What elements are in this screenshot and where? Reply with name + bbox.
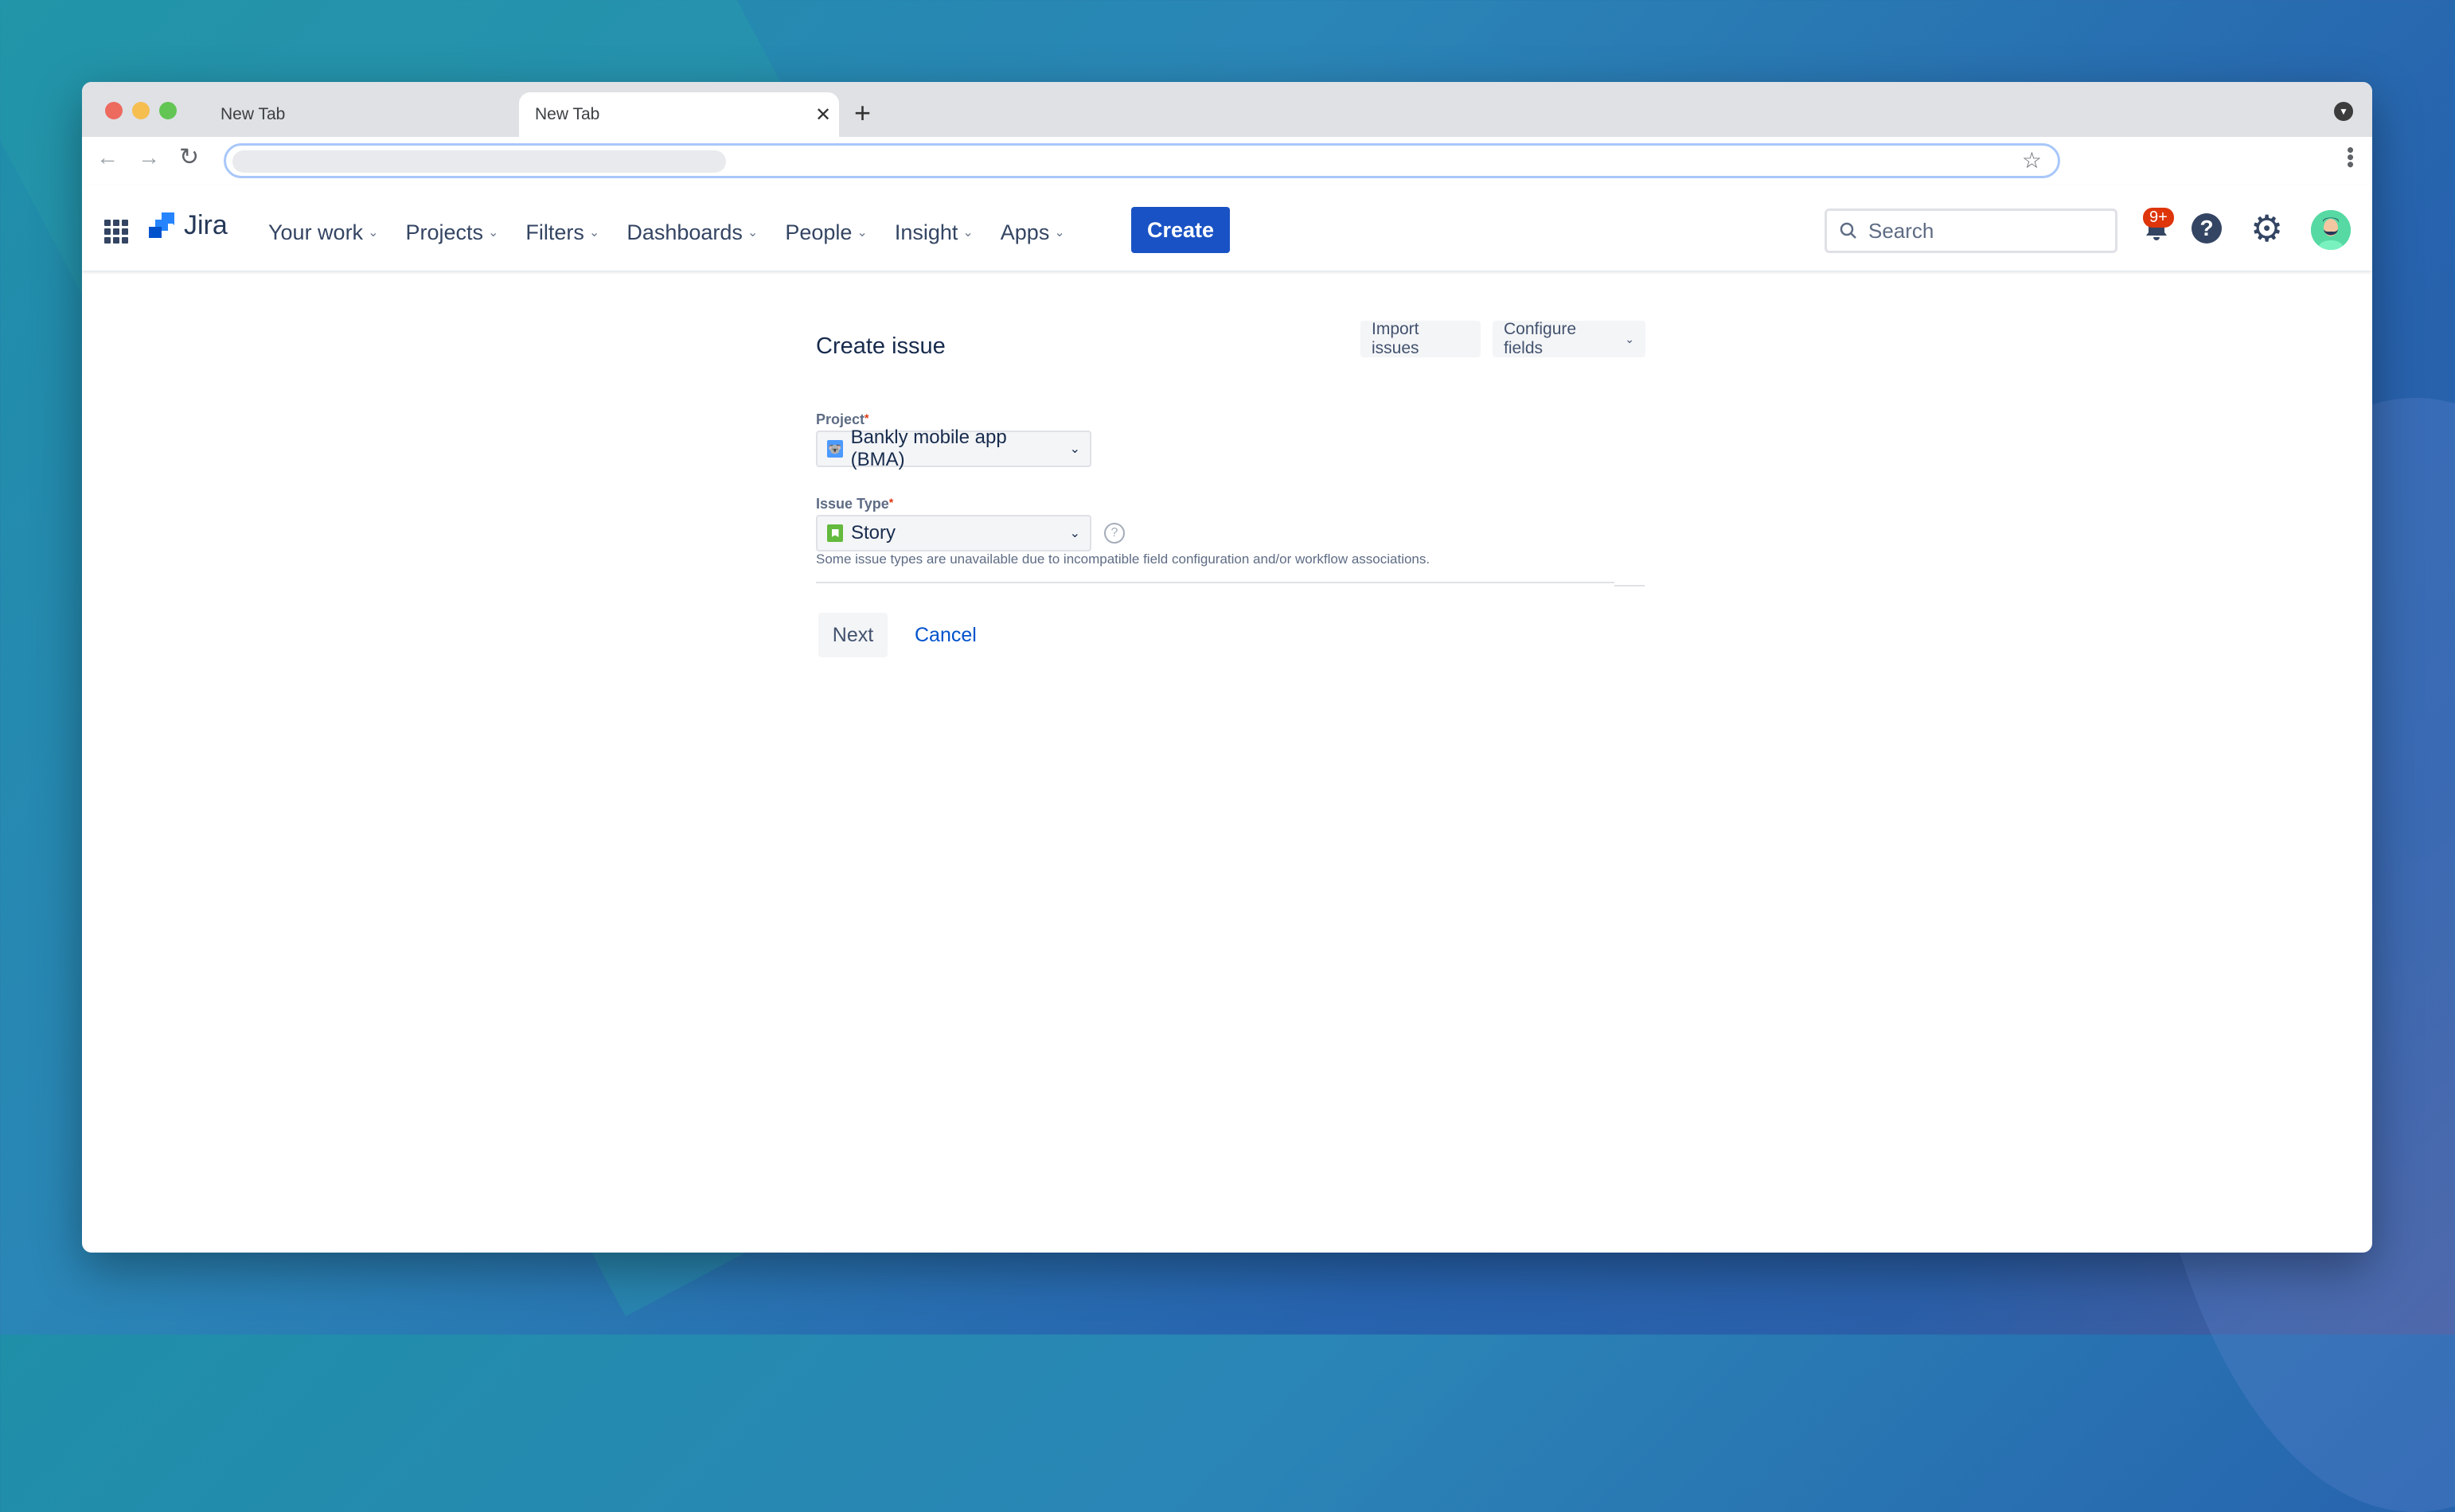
browser-tab-active[interactable]: New Tab ✕ bbox=[519, 92, 839, 137]
chevron-down-icon: ⌄ bbox=[1625, 332, 1634, 345]
chevron-down-icon: ⌄ bbox=[962, 226, 974, 240]
nav-dashboards[interactable]: Dashboards ⌄ bbox=[626, 220, 758, 245]
form-divider bbox=[816, 582, 1614, 583]
bookmark-star-icon[interactable]: ☆ bbox=[2022, 147, 2042, 173]
user-avatar[interactable] bbox=[2311, 210, 2351, 250]
next-button[interactable]: Next bbox=[818, 613, 888, 657]
nav-your-work[interactable]: Your work ⌄ bbox=[268, 220, 378, 245]
app-switcher-icon[interactable] bbox=[104, 220, 128, 244]
form-divider bbox=[1614, 585, 1645, 586]
close-tab-icon[interactable]: ✕ bbox=[807, 103, 839, 127]
notification-badge: 9+ bbox=[2143, 208, 2174, 228]
nav-label: Insight bbox=[894, 220, 958, 244]
maximize-window-button[interactable] bbox=[159, 102, 177, 119]
chevron-down-icon: ⌄ bbox=[747, 226, 759, 240]
nav-insight[interactable]: Insight ⌄ bbox=[895, 220, 974, 245]
issue-type-value: Story bbox=[851, 522, 896, 544]
logo-text: Jira bbox=[184, 210, 228, 240]
nav-label: Filters bbox=[525, 220, 584, 244]
chevron-down-icon: ⌄ bbox=[1069, 442, 1080, 456]
project-select[interactable]: 🐨 Bankly mobile app (BMA) ⌄ bbox=[816, 427, 1091, 470]
page-title: Create issue bbox=[816, 333, 946, 359]
project-avatar-icon: 🐨 bbox=[827, 440, 843, 458]
chevron-down-icon: ⌄ bbox=[1054, 226, 1065, 240]
address-bar-row: ← → ↻ ☆ ••• bbox=[82, 137, 2372, 185]
cancel-link[interactable]: Cancel bbox=[915, 624, 977, 647]
url-text bbox=[232, 150, 726, 173]
nav-filters[interactable]: Filters ⌄ bbox=[525, 220, 599, 245]
search-icon bbox=[1840, 222, 1856, 239]
address-bar[interactable]: ☆ bbox=[224, 143, 2060, 178]
browser-window: New Tab ✕ New Tab ✕ + ▼ ← → ↻ ☆ ••• bbox=[82, 82, 2372, 1253]
project-value: Bankly mobile app (BMA) bbox=[850, 427, 1007, 470]
tab-search-icon[interactable]: ▼ bbox=[2334, 102, 2353, 121]
configure-fields-button[interactable]: Configure fields ⌄ bbox=[1493, 320, 1645, 357]
search-placeholder: Search bbox=[1868, 218, 1934, 243]
project-label-text: Project bbox=[816, 411, 865, 427]
help-icon[interactable]: ? bbox=[2192, 213, 2222, 244]
issue-type-label: Issue Type* bbox=[816, 496, 893, 512]
nav-people[interactable]: People ⌄ bbox=[785, 220, 867, 245]
primary-nav: Your work ⌄ Projects ⌄ Filters ⌄ Dashboards… bbox=[268, 210, 1092, 255]
settings-gear-icon[interactable]: ⚙ bbox=[2250, 207, 2283, 250]
issue-type-hint: Some issue types are unavailable due to … bbox=[816, 551, 1430, 567]
chevron-down-icon: ⌄ bbox=[368, 226, 379, 240]
nav-label: Projects bbox=[405, 220, 484, 244]
create-button[interactable]: Create bbox=[1131, 207, 1230, 253]
issue-type-label-text: Issue Type bbox=[816, 496, 889, 512]
nav-label: Dashboards bbox=[626, 220, 743, 244]
chevron-down-icon: ⌄ bbox=[588, 226, 600, 240]
back-icon[interactable]: ← bbox=[96, 145, 119, 170]
configure-fields-label: Configure fields bbox=[1504, 320, 1577, 357]
required-marker: * bbox=[888, 496, 894, 509]
jira-logo-icon bbox=[149, 212, 174, 238]
jira-logo[interactable]: Jira bbox=[147, 210, 228, 241]
chevron-down-icon: ⌄ bbox=[1069, 527, 1080, 540]
nav-label: Your work bbox=[268, 220, 364, 244]
required-marker: * bbox=[865, 411, 869, 424]
nav-apps[interactable]: Apps ⌄ bbox=[1001, 220, 1065, 245]
issue-type-select[interactable]: Story ⌄ bbox=[816, 515, 1091, 551]
nav-label: Apps bbox=[1000, 220, 1050, 244]
help-question-icon[interactable]: ? bbox=[1104, 523, 1125, 544]
chevron-down-icon: ⌄ bbox=[857, 226, 868, 240]
minimize-window-button[interactable] bbox=[132, 102, 150, 119]
tab-title: New Tab bbox=[535, 105, 600, 123]
close-window-button[interactable] bbox=[105, 102, 123, 119]
new-tab-button[interactable]: + bbox=[854, 96, 871, 130]
browser-menu-icon[interactable]: ••• bbox=[2339, 146, 2363, 168]
jira-top-nav: Jira Your work ⌄ Projects ⌄ Filters ⌄ Dashb… bbox=[82, 185, 2372, 271]
import-issues-button[interactable]: Import issues bbox=[1360, 320, 1481, 357]
forward-icon[interactable]: → bbox=[138, 145, 160, 170]
chevron-down-icon: ⌄ bbox=[488, 226, 499, 240]
nav-projects[interactable]: Projects ⌄ bbox=[405, 220, 498, 245]
avatar-icon bbox=[2311, 210, 2351, 250]
search-input[interactable]: Search bbox=[1825, 208, 2117, 253]
tab-title: New Tab bbox=[221, 105, 286, 123]
project-label: Project* bbox=[816, 411, 868, 428]
nav-label: People bbox=[785, 220, 853, 244]
tab-bar: New Tab ✕ New Tab ✕ + ▼ bbox=[82, 82, 2372, 137]
story-icon bbox=[827, 524, 843, 542]
reload-icon[interactable]: ↻ bbox=[179, 143, 199, 171]
